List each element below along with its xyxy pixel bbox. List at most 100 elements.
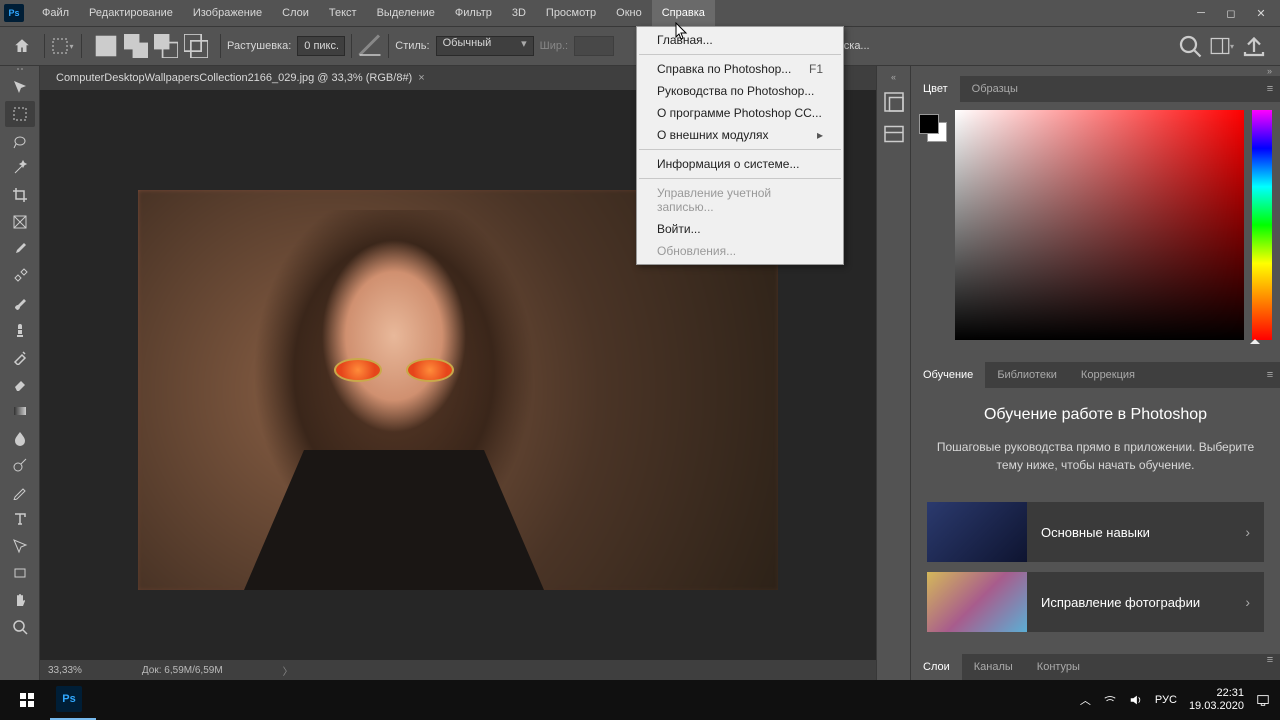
tool-eyedrop[interactable] [5,236,35,262]
tab-channels[interactable]: Каналы [962,654,1025,680]
help-item[interactable]: О внешних модулях▸ [637,124,843,146]
start-button[interactable] [4,680,50,720]
tool-hand[interactable] [5,587,35,613]
fg-bg-swatch[interactable] [919,114,947,142]
search-icon[interactable] [1178,34,1202,58]
expand-icon[interactable]: « [877,72,910,82]
tab-adjustments[interactable]: Коррекция [1069,362,1147,388]
taskbar-photoshop[interactable]: Ps [50,680,96,720]
zoom-value[interactable]: 33,33% [48,665,82,676]
feather-label: Растушевка: [227,40,291,52]
menu-файл[interactable]: Файл [32,0,79,26]
intersect-selection-icon[interactable] [184,34,208,58]
tab-swatches[interactable]: Образцы [960,76,1030,102]
menu-редактирование[interactable]: Редактирование [79,0,183,26]
tab-paths[interactable]: Контуры [1025,654,1092,680]
saturation-value-box[interactable] [955,110,1244,340]
tab-learn[interactable]: Обучение [911,362,985,388]
minimize-button[interactable]: ─ [1186,3,1216,23]
tool-path[interactable] [5,533,35,559]
menu-3d[interactable]: 3D [502,0,536,26]
antialias-icon[interactable] [358,34,382,58]
workspace-icon[interactable]: ▾ [1210,34,1234,58]
volume-icon[interactable] [1129,693,1143,707]
learn-card-retouch[interactable]: Исправление фотографии › [927,572,1264,632]
tool-eraser[interactable] [5,371,35,397]
tab-libraries[interactable]: Библиотеки [985,362,1069,388]
window-controls: ─ ◻ ✕ [1186,3,1276,23]
ps-logo: Ps [4,4,24,22]
learn-card-basics[interactable]: Основные навыки › [927,502,1264,562]
tab-color[interactable]: Цвет [911,76,960,102]
tool-frame[interactable] [5,209,35,235]
help-item[interactable]: Информация о системе... [637,153,843,175]
close-button[interactable]: ✕ [1246,3,1276,23]
tool-blur[interactable] [5,425,35,451]
tray-time: 22:31 [1216,687,1244,700]
menu-изображение[interactable]: Изображение [183,0,272,26]
tool-marquee[interactable] [5,101,35,127]
panel-menu-icon[interactable]: ≡ [1260,654,1280,680]
panel-menu-icon[interactable]: ≡ [1260,369,1280,381]
hue-slider[interactable] [1252,110,1272,340]
menu-справка[interactable]: Справка [652,0,715,26]
tool-stamp[interactable] [5,317,35,343]
share-icon[interactable] [1242,34,1266,58]
chevron-right-icon: › [1245,594,1250,610]
style-dropdown[interactable]: Обычный [436,36,534,56]
tool-zoom[interactable] [5,614,35,640]
tool-dodge[interactable] [5,452,35,478]
history-panel-icon[interactable] [882,90,906,114]
panel-collapse-icon[interactable]: » [911,66,1280,76]
help-item[interactable]: О программе Photoshop CC... [637,102,843,124]
tool-rect[interactable] [5,560,35,586]
new-selection-icon[interactable] [94,34,118,58]
tool-brush[interactable] [5,290,35,316]
tool-move[interactable] [5,74,35,100]
add-selection-icon[interactable] [124,34,148,58]
marquee-preset-icon[interactable]: ▾ [51,34,75,58]
tool-pen[interactable] [5,479,35,505]
tray-clock[interactable]: 22:31 19.03.2020 [1189,687,1244,713]
properties-panel-icon[interactable] [882,122,906,146]
right-panels: » Цвет Образцы ≡ Обучение Библиотеки Кор… [910,66,1280,680]
menu-фильтр[interactable]: Фильтр [445,0,502,26]
menu-текст[interactable]: Текст [319,0,367,26]
menu-окно[interactable]: Окно [606,0,652,26]
feather-input[interactable] [297,36,345,56]
help-item[interactable]: Справка по Photoshop...F1 [637,58,843,80]
card-thumb [927,502,1027,562]
tool-history[interactable] [5,344,35,370]
wifi-icon[interactable] [1103,693,1117,707]
help-item[interactable]: Руководства по Photoshop... [637,80,843,102]
tool-wand[interactable] [5,155,35,181]
tool-lasso[interactable] [5,128,35,154]
width-input [574,36,614,56]
tool-crop[interactable] [5,182,35,208]
doc-size[interactable]: Док: 6,59M/6,59M [142,665,223,676]
document-tab[interactable]: ComputerDesktopWallpapersCollection2166_… [48,66,433,90]
tab-layers[interactable]: Слои [911,654,962,680]
menu-просмотр[interactable]: Просмотр [536,0,606,26]
document-tab-label: ComputerDesktopWallpapersCollection2166_… [56,66,412,90]
help-item[interactable]: Главная... [637,29,843,51]
close-tab-icon[interactable]: × [418,66,424,90]
help-item[interactable]: Войти... [637,218,843,240]
panel-menu-icon[interactable]: ≡ [1260,83,1280,95]
menu-слои[interactable]: Слои [272,0,319,26]
tool-gradient[interactable] [5,398,35,424]
menu-выделение[interactable]: Выделение [367,0,445,26]
home-button[interactable] [6,32,38,60]
tool-healing[interactable] [5,263,35,289]
tray-chevron-icon[interactable]: ︿ [1080,692,1091,708]
system-tray: ︿ РУС 22:31 19.03.2020 [1080,687,1276,713]
help-item: Управление учетной записью... [637,182,843,218]
tray-date: 19.03.2020 [1189,700,1244,713]
learn-subtitle: Пошаговые руководства прямо в приложении… [927,438,1264,474]
maximize-button[interactable]: ◻ [1216,3,1246,23]
subtract-selection-icon[interactable] [154,34,178,58]
tool-type[interactable] [5,506,35,532]
tray-language[interactable]: РУС [1155,694,1177,706]
style-label: Стиль: [395,40,429,52]
notifications-icon[interactable] [1256,693,1270,707]
